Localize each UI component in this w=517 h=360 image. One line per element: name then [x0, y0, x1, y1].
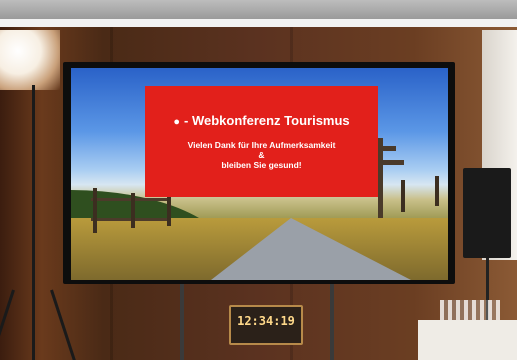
fence-post — [401, 180, 405, 212]
slide-title-row: ● - Webkonferenz Tourismus — [145, 113, 378, 128]
top-bar — [0, 0, 517, 19]
slide-line-1: Vielen Dank für Ihre Aufmerksamkeit — [187, 140, 336, 150]
fence-post — [167, 196, 171, 226]
sparkasse-icon: ● — [173, 116, 180, 128]
white-gap — [0, 19, 517, 27]
slide-line-2: & — [258, 150, 265, 160]
lamp-stand — [32, 85, 35, 360]
photo: ● - Webkonferenz Tourismus Vielen Dank fü… — [0, 0, 517, 360]
glasses — [440, 300, 500, 322]
table — [418, 320, 517, 360]
studio-lamp — [0, 30, 60, 90]
tv-stand — [180, 284, 184, 360]
slide-line-3: bleiben Sie gesund! — [221, 160, 302, 170]
fence-post — [93, 188, 97, 233]
fence-post — [131, 193, 135, 228]
speaker — [463, 168, 511, 258]
signpost-arm — [376, 160, 404, 165]
clock-time: 12:34:19 — [237, 314, 295, 328]
gravel-path — [211, 218, 411, 280]
slide-message: Vielen Dank für Ihre Aufmerksamkeit & bl… — [145, 140, 378, 170]
tv-stand — [330, 284, 334, 360]
slide-title: - Webkonferenz Tourismus — [184, 113, 350, 128]
fence-post — [435, 176, 439, 206]
